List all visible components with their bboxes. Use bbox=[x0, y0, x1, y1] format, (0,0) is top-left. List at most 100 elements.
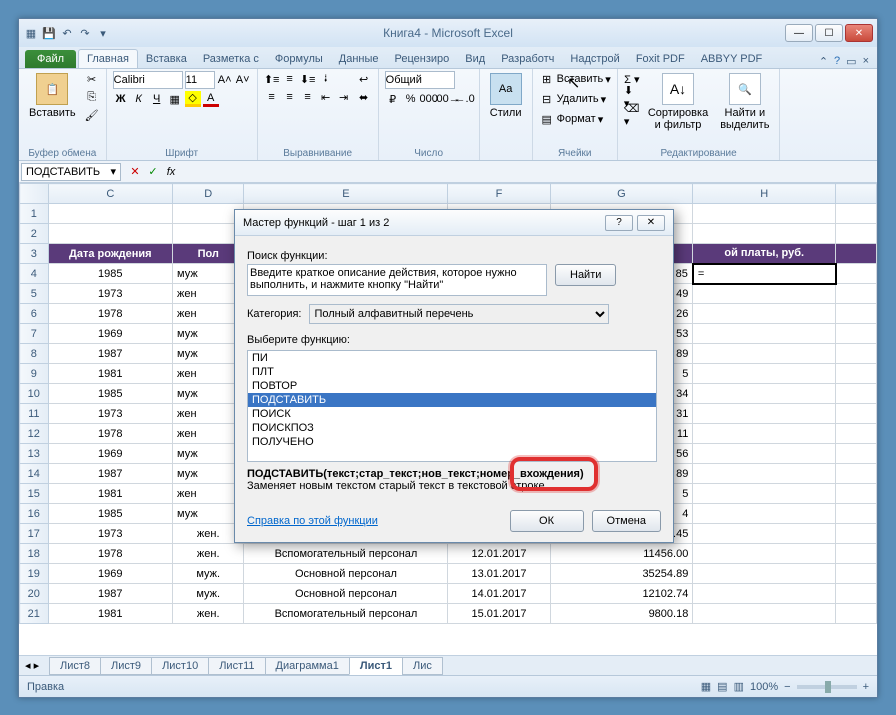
find-button[interactable]: Найти bbox=[555, 264, 616, 286]
styles-button[interactable]: Aa Стили bbox=[486, 71, 526, 121]
function-item[interactable]: ПОВТОР bbox=[248, 379, 656, 393]
sheet-tab[interactable]: Лист1 bbox=[349, 657, 403, 675]
cell[interactable] bbox=[693, 224, 836, 244]
col-G[interactable]: G bbox=[550, 184, 693, 204]
col-H[interactable]: H bbox=[693, 184, 836, 204]
close-button[interactable]: ✕ bbox=[845, 24, 873, 42]
name-box[interactable]: ПОДСТАВИТЬ▾ bbox=[21, 163, 121, 181]
workbook-close-icon[interactable]: × bbox=[863, 55, 869, 68]
cell[interactable] bbox=[48, 204, 172, 224]
row-header[interactable]: 2 bbox=[20, 224, 49, 244]
cell[interactable]: жен. bbox=[173, 604, 244, 624]
cell[interactable]: Вспомогательный персонал bbox=[244, 604, 448, 624]
cell[interactable]: Основной персонал bbox=[244, 584, 448, 604]
ribbon-tab-6[interactable]: Вид bbox=[457, 50, 493, 68]
grow-font-icon[interactable]: A˄ bbox=[217, 72, 233, 88]
row-header[interactable]: 20 bbox=[20, 584, 49, 604]
cell[interactable]: 13.01.2017 bbox=[448, 564, 550, 584]
function-item[interactable]: ПИ bbox=[248, 351, 656, 365]
row-header[interactable]: 3 bbox=[20, 244, 49, 264]
zoom-in-icon[interactable]: + bbox=[863, 681, 869, 693]
italic-icon[interactable]: К bbox=[131, 91, 147, 107]
function-list[interactable]: ПИПЛТПОВТОРПОДСТАВИТЬПОИСКПОИСКПОЗПОЛУЧЕ… bbox=[247, 350, 657, 462]
ribbon-tab-5[interactable]: Рецензиро bbox=[387, 50, 458, 68]
cell[interactable]: 1987 bbox=[48, 584, 172, 604]
fill-color-icon[interactable]: ◇ bbox=[185, 91, 201, 107]
row-header[interactable]: 10 bbox=[20, 384, 49, 404]
col-C[interactable]: C bbox=[48, 184, 172, 204]
sheet-tab[interactable]: Лист8 bbox=[49, 657, 101, 675]
cell[interactable]: 1981 bbox=[48, 364, 172, 384]
cell[interactable]: 1969 bbox=[48, 444, 172, 464]
row-header[interactable]: 18 bbox=[20, 544, 49, 564]
cell[interactable]: 1973 bbox=[48, 524, 172, 544]
align-right-icon[interactable]: ≡ bbox=[300, 89, 316, 105]
cell[interactable]: 11456.00 bbox=[550, 544, 693, 564]
align-middle-icon[interactable]: ≡ bbox=[282, 71, 298, 87]
cell[interactable] bbox=[693, 444, 836, 464]
zoom-out-icon[interactable]: − bbox=[784, 681, 790, 693]
cell[interactable]: 1985 bbox=[48, 264, 172, 284]
copy-icon[interactable]: ⎘ bbox=[84, 89, 100, 105]
maximize-button[interactable]: ☐ bbox=[815, 24, 843, 42]
cell[interactable]: 12102.74 bbox=[550, 584, 693, 604]
cell[interactable]: 1981 bbox=[48, 484, 172, 504]
cell[interactable]: 1978 bbox=[48, 304, 172, 324]
cell[interactable] bbox=[693, 544, 836, 564]
window-restore-icon[interactable]: ▭ bbox=[846, 55, 856, 68]
function-item[interactable]: ПОДСТАВИТЬ bbox=[248, 393, 656, 407]
cell[interactable]: Вспомогательный персонал bbox=[244, 544, 448, 564]
category-select[interactable]: Полный алфавитный перечень bbox=[309, 304, 609, 324]
view-normal-icon[interactable]: ▦ bbox=[701, 680, 711, 693]
help-icon[interactable]: ? bbox=[834, 55, 840, 68]
dialog-help-button[interactable]: ? bbox=[605, 215, 633, 231]
row-header[interactable]: 4 bbox=[20, 264, 49, 284]
zoom-slider[interactable] bbox=[797, 685, 857, 689]
bold-icon[interactable]: Ж bbox=[113, 91, 129, 107]
col-F[interactable]: F bbox=[448, 184, 550, 204]
cell[interactable] bbox=[48, 224, 172, 244]
decrease-decimal-icon[interactable]: ←.0 bbox=[457, 91, 473, 107]
format-painter-icon[interactable]: 🖌 bbox=[84, 107, 100, 123]
shrink-font-icon[interactable]: A˅ bbox=[235, 72, 251, 88]
tab-nav-icons[interactable]: ◂ ▸ bbox=[25, 659, 39, 672]
cell[interactable]: 1969 bbox=[48, 324, 172, 344]
zoom-level[interactable]: 100% bbox=[750, 681, 778, 693]
cell[interactable]: 1987 bbox=[48, 464, 172, 484]
cancel-formula-icon[interactable]: ✕ bbox=[127, 164, 143, 180]
number-format-select[interactable] bbox=[385, 71, 455, 89]
cancel-button[interactable]: Отмена bbox=[592, 510, 661, 532]
ribbon-tab-4[interactable]: Данные bbox=[331, 50, 387, 68]
row-header[interactable]: 6 bbox=[20, 304, 49, 324]
row-header[interactable]: 16 bbox=[20, 504, 49, 524]
cell[interactable] bbox=[693, 384, 836, 404]
function-item[interactable]: ПОИСК bbox=[248, 407, 656, 421]
cell[interactable]: = bbox=[693, 264, 836, 284]
align-bottom-icon[interactable]: ⬇≡ bbox=[300, 71, 316, 87]
enter-formula-icon[interactable]: ✓ bbox=[145, 164, 161, 180]
delete-cells-button[interactable]: ⊟Удалить ▾ bbox=[539, 91, 611, 107]
cell[interactable] bbox=[693, 504, 836, 524]
row-header[interactable]: 13 bbox=[20, 444, 49, 464]
row-header[interactable]: 19 bbox=[20, 564, 49, 584]
col-E[interactable]: E bbox=[244, 184, 448, 204]
ok-button[interactable]: ОК bbox=[510, 510, 584, 532]
cell[interactable]: муж. bbox=[173, 564, 244, 584]
cell[interactable]: 1973 bbox=[48, 404, 172, 424]
cell[interactable] bbox=[693, 284, 836, 304]
cell[interactable]: 1978 bbox=[48, 544, 172, 564]
cell[interactable] bbox=[693, 344, 836, 364]
help-link[interactable]: Справка по этой функции bbox=[247, 515, 378, 527]
undo-icon[interactable]: ↶ bbox=[59, 25, 75, 41]
font-color-icon[interactable]: A bbox=[203, 91, 219, 107]
cell[interactable]: Основной персонал bbox=[244, 564, 448, 584]
indent-increase-icon[interactable]: ⇥ bbox=[336, 89, 352, 105]
font-name-input[interactable] bbox=[113, 71, 183, 89]
row-header[interactable]: 7 bbox=[20, 324, 49, 344]
cell[interactable] bbox=[693, 604, 836, 624]
dialog-titlebar[interactable]: Мастер функций - шаг 1 из 2 ? ✕ bbox=[235, 210, 673, 236]
cell[interactable] bbox=[693, 584, 836, 604]
wrap-text-icon[interactable]: ↩ bbox=[356, 71, 372, 87]
clear-icon[interactable]: ⌫ ▾ bbox=[624, 107, 640, 123]
cell[interactable] bbox=[693, 364, 836, 384]
